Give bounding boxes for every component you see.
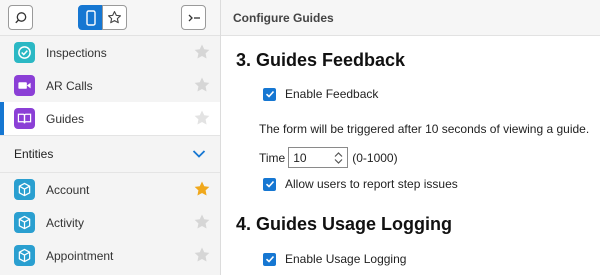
time-range-hint: (0-1000)	[352, 150, 398, 165]
checkmark-icon	[265, 180, 274, 188]
main-header: Configure Guides	[221, 0, 600, 36]
sidebar-item-label: Appointment	[46, 248, 114, 263]
favorites-view-button[interactable]	[102, 5, 127, 30]
book-icon	[14, 108, 35, 129]
report-issues-checkbox[interactable]	[263, 177, 276, 191]
usage-section-title: 4. Guides Usage Logging	[236, 214, 453, 234]
time-label: Time	[259, 150, 286, 165]
sidebar-item-appointment[interactable]: Appointment	[0, 239, 220, 272]
checkmark-icon	[265, 255, 274, 263]
apps-list: Inspections AR Calls Guides	[0, 36, 220, 135]
time-stepper[interactable]: 10	[288, 147, 349, 168]
sidebar-item-guides[interactable]: Guides	[0, 102, 220, 135]
sidebar: Inspections AR Calls Guides Entities Acc…	[0, 0, 221, 275]
star-outline-icon	[108, 11, 121, 24]
sidebar-item-account[interactable]: Account	[0, 173, 220, 206]
collapse-icon	[188, 14, 200, 21]
search-button[interactable]	[8, 5, 33, 30]
star-icon[interactable]	[193, 43, 211, 61]
star-icon[interactable]	[193, 109, 211, 127]
sidebar-item-label: AR Calls	[46, 78, 93, 93]
checkmark-icon	[265, 90, 274, 98]
sidebar-item-ar-calls[interactable]: AR Calls	[0, 69, 220, 102]
sidebar-item-label: Inspections	[46, 45, 107, 60]
clipboard-check-icon	[14, 42, 35, 63]
star-icon[interactable]	[193, 246, 211, 264]
page-title: Configure Guides	[233, 10, 334, 25]
chevron-down-icon[interactable]	[334, 158, 343, 164]
enable-usage-logging-label: Enable Usage Logging	[285, 252, 407, 266]
sidebar-item-label: Activity	[46, 215, 85, 230]
stepper-arrows[interactable]	[334, 151, 343, 164]
video-camera-icon	[14, 75, 35, 96]
time-row: Time 10 (0-1000)	[259, 147, 398, 168]
sidebar-item-activity[interactable]: Activity	[0, 206, 220, 239]
cube-icon	[14, 212, 35, 233]
view-toggle-group	[78, 5, 127, 30]
cube-icon	[14, 245, 35, 266]
time-value[interactable]: 10	[293, 151, 306, 165]
main-panel: Configure Guides 3. Guides Feedback Enab…	[221, 0, 600, 275]
phone-icon	[85, 9, 96, 26]
enable-feedback-checkbox-row[interactable]: Enable Feedback	[263, 87, 378, 101]
feedback-description: The form will be triggered after 10 seco…	[259, 122, 590, 136]
search-icon	[14, 11, 26, 23]
sidebar-item-inspections[interactable]: Inspections	[0, 36, 220, 69]
star-icon[interactable]	[193, 213, 211, 231]
chevron-up-icon[interactable]	[334, 151, 343, 157]
cube-icon	[14, 179, 35, 200]
entities-group-header[interactable]: Entities	[0, 135, 220, 173]
chevron-down-icon	[192, 150, 206, 158]
enable-feedback-checkbox[interactable]	[263, 87, 276, 101]
entities-list: Account Activity Appointment	[0, 173, 220, 272]
enable-usage-logging-checkbox-row[interactable]: Enable Usage Logging	[263, 252, 406, 266]
enable-feedback-label: Enable Feedback	[285, 87, 379, 101]
collapse-sidebar-button[interactable]	[181, 5, 206, 30]
mobile-view-button[interactable]	[78, 5, 103, 30]
star-icon[interactable]	[193, 76, 211, 94]
sidebar-item-label: Guides	[46, 111, 85, 126]
enable-usage-logging-checkbox[interactable]	[263, 252, 276, 266]
group-label: Entities	[14, 147, 54, 161]
star-filled-icon[interactable]	[193, 180, 211, 198]
report-issues-label: Allow users to report step issues	[285, 177, 458, 191]
sidebar-item-label: Account	[46, 182, 90, 197]
report-issues-checkbox-row[interactable]: Allow users to report step issues	[263, 177, 458, 191]
sidebar-toolbar	[0, 0, 220, 36]
feedback-section-title: 3. Guides Feedback	[236, 50, 406, 70]
